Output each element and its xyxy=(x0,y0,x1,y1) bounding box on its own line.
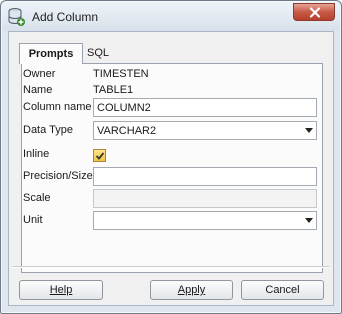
inline-checkbox[interactable] xyxy=(93,149,106,162)
scale-input xyxy=(93,189,317,208)
close-icon xyxy=(309,7,321,18)
column-name-input[interactable]: COLUMN2 xyxy=(93,98,317,117)
name-value: TABLE1 xyxy=(93,84,134,96)
data-type-label: Data Type xyxy=(23,124,73,136)
inline-label: Inline xyxy=(23,148,50,160)
cancel-button[interactable]: Cancel xyxy=(241,280,324,300)
apply-button-label: Apply xyxy=(177,284,206,296)
column-name-value: COLUMN2 xyxy=(97,102,151,114)
add-column-dialog: Add Column Prompts SQL Owner TIMESTEN Na… xyxy=(0,0,342,314)
chevron-down-icon xyxy=(305,218,313,223)
tab-prompts[interactable]: Prompts xyxy=(19,43,83,64)
apply-button[interactable]: Apply xyxy=(150,280,233,300)
unit-select[interactable] xyxy=(93,211,317,230)
column-name-label: Column name xyxy=(23,101,92,113)
dialog-title: Add Column xyxy=(32,10,99,24)
owner-value: TIMESTEN xyxy=(93,68,149,80)
help-button[interactable]: Help xyxy=(19,280,103,300)
help-button-label: Help xyxy=(49,284,73,296)
chevron-down-icon xyxy=(305,128,313,133)
unit-label: Unit xyxy=(23,214,43,226)
prompts-panel: Owner TIMESTEN Name TABLE1 Column name C… xyxy=(21,63,323,273)
cancel-button-label: Cancel xyxy=(265,284,300,296)
precision-label: Precision/Size xyxy=(23,170,93,182)
data-type-select[interactable]: VARCHAR2 xyxy=(93,121,317,140)
tab-sql[interactable]: SQL xyxy=(83,43,113,63)
precision-input[interactable] xyxy=(93,167,317,186)
dialog-body: Prompts SQL Owner TIMESTEN Name TABLE1 C… xyxy=(8,31,334,306)
close-button[interactable] xyxy=(293,3,335,21)
button-separator xyxy=(13,266,329,268)
title-bar[interactable]: Add Column xyxy=(2,2,340,31)
name-label: Name xyxy=(23,84,53,96)
data-type-value: VARCHAR2 xyxy=(97,125,157,137)
scale-label: Scale xyxy=(23,192,51,204)
checkmark-icon xyxy=(95,152,105,160)
database-icon xyxy=(8,7,26,27)
owner-label: Owner xyxy=(23,68,56,80)
